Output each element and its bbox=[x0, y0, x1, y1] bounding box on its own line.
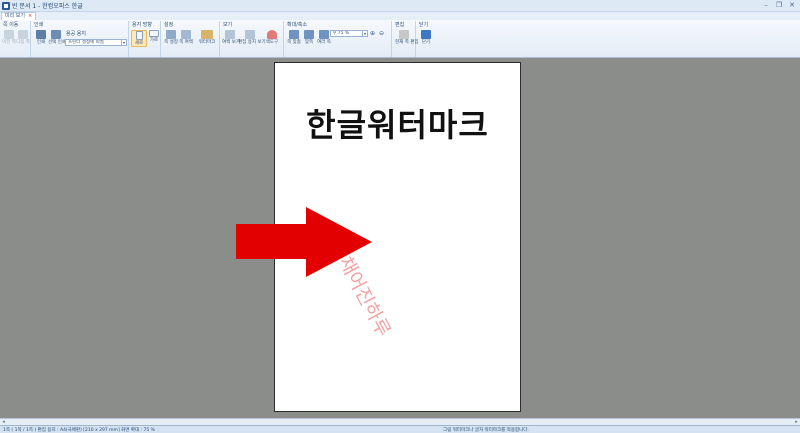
minimize-icon[interactable]: – bbox=[762, 2, 770, 9]
close-icon[interactable]: ✕ bbox=[788, 2, 796, 9]
status-page-info: 1쪽 ( 1쪽 / 1쪽 ) 편집 용지 : A4(국배판) [210 x 29… bbox=[3, 427, 155, 433]
fit-page-label: 쪽 맞춤 bbox=[287, 40, 301, 45]
group-zoom-title: 확대/축소 bbox=[287, 22, 308, 28]
edit-paper-view-button[interactable]: 편집 용지 보기 bbox=[238, 30, 266, 45]
tab-preview[interactable]: 미리 보기 × bbox=[1, 12, 37, 20]
restore-icon[interactable]: ❐ bbox=[775, 2, 783, 9]
page-setup-button[interactable]: 쪽 설정 bbox=[163, 30, 179, 45]
preview-ribbon: 쪽 이동 이전 쪽 다음 쪽 인쇄 인쇄 선택 인쇄 용공 용지 프린터 설정에… bbox=[0, 20, 800, 58]
prev-page-icon bbox=[4, 30, 14, 39]
edit-paper-view-label: 편집 용지 보기 bbox=[238, 40, 266, 45]
red-arrow-annotation bbox=[236, 207, 372, 277]
zoom-value: 75 % bbox=[337, 31, 350, 36]
two-pages-button[interactable]: 맞쪽 bbox=[301, 30, 317, 45]
watermark-button[interactable]: 워터마크 bbox=[197, 30, 217, 45]
status-hint: 그림 워터마크나 글자 워터마크를 적용합니다. bbox=[443, 427, 529, 433]
print-label: 인쇄 bbox=[36, 40, 46, 45]
group-view: 보기 여백 보기 편집 용지 보기 색도구 bbox=[220, 21, 284, 57]
margin-view-button[interactable]: 여백 보기 bbox=[222, 30, 240, 45]
group-orientation: 용지 방향 세로 가로 bbox=[129, 21, 161, 57]
fit-page-icon bbox=[289, 30, 299, 39]
select-print-icon bbox=[51, 30, 61, 39]
status-bar: 1쪽 ( 1쪽 / 1쪽 ) 편집 용지 : A4(국배판) [210 x 29… bbox=[0, 425, 800, 433]
edit-paper-view-icon bbox=[245, 30, 255, 39]
group-settings-title: 설정 bbox=[164, 22, 174, 28]
group-page-move: 쪽 이동 이전 쪽 다음 쪽 bbox=[0, 21, 31, 57]
horizontal-scrollbar[interactable]: ◂ ▸ bbox=[0, 418, 800, 425]
window-controls: – ❐ ✕ bbox=[762, 2, 796, 9]
color-tool-button[interactable]: 색도구 bbox=[264, 30, 280, 45]
page-margins-icon bbox=[181, 30, 191, 39]
page-setup-icon bbox=[166, 30, 176, 39]
arrow-shape bbox=[236, 207, 372, 277]
window-title: 빈 문서 1 - 한컴오피스 한글 bbox=[12, 3, 83, 10]
margin-view-label: 여백 보기 bbox=[222, 40, 240, 45]
group-settings: 설정 쪽 설정 쪽 여백 워터마크 bbox=[161, 21, 220, 57]
edit-current-page-button[interactable]: 현재 쪽 편집 bbox=[395, 30, 419, 45]
document-tab-row: 미리 보기 × bbox=[0, 12, 800, 20]
tab-close-icon[interactable]: × bbox=[28, 13, 32, 20]
color-tool-icon bbox=[267, 30, 277, 39]
chevron-down-icon: ▾ bbox=[121, 40, 125, 45]
group-orientation-title: 용지 방향 bbox=[132, 22, 152, 28]
two-pages-label: 맞쪽 bbox=[304, 40, 314, 45]
close-preview-icon bbox=[421, 30, 431, 39]
chevron-down-icon: ▾ bbox=[362, 31, 366, 36]
select-print-button[interactable]: 선택 인쇄 bbox=[48, 30, 66, 45]
paper-label: 용공 용지 bbox=[66, 31, 86, 37]
title-bar: 빈 문서 1 - 한컴오피스 한글 – ❐ ✕ bbox=[0, 0, 800, 12]
close-preview-label: 닫기 bbox=[421, 40, 431, 45]
group-close-title: 닫기 bbox=[419, 22, 429, 28]
two-pages-icon bbox=[304, 30, 314, 39]
multi-pages-icon bbox=[319, 30, 329, 39]
group-print: 인쇄 인쇄 선택 인쇄 용공 용지 프린터 설정에 따름 ▾ bbox=[31, 21, 129, 57]
group-print-title: 인쇄 bbox=[34, 22, 44, 28]
preview-workspace: 한글워터마크 채어진하루 bbox=[0, 59, 800, 418]
portrait-button[interactable]: 세로 bbox=[131, 30, 147, 47]
zoom-select[interactable]: ⚲ 75 % ▾ bbox=[330, 30, 368, 37]
close-preview-button[interactable]: 닫기 bbox=[418, 30, 434, 45]
group-close: 닫기 닫기 bbox=[416, 21, 436, 57]
portrait-icon bbox=[135, 31, 143, 40]
multi-pages-button[interactable]: 여러 쪽 bbox=[316, 30, 332, 45]
next-page-label: 다음 쪽 bbox=[16, 40, 30, 45]
page-margins-label: 쪽 여백 bbox=[179, 40, 193, 45]
group-edit-title: 편집 bbox=[395, 22, 405, 28]
select-print-label: 선택 인쇄 bbox=[48, 40, 66, 45]
landscape-button[interactable]: 가로 bbox=[146, 30, 162, 43]
fit-page-button[interactable]: 쪽 맞춤 bbox=[286, 30, 302, 45]
page-margins-button[interactable]: 쪽 여백 bbox=[178, 30, 194, 45]
next-page-button[interactable]: 다음 쪽 bbox=[15, 30, 31, 45]
portrait-label: 세로 bbox=[134, 41, 144, 46]
color-tool-label: 색도구 bbox=[265, 40, 279, 45]
document-heading: 한글워터마크 bbox=[306, 106, 489, 144]
print-button[interactable]: 인쇄 bbox=[33, 30, 49, 45]
page-setup-label: 쪽 설정 bbox=[164, 40, 178, 45]
watermark-label: 워터마크 bbox=[198, 40, 216, 45]
group-view-title: 보기 bbox=[223, 22, 233, 28]
tab-preview-label: 미리 보기 bbox=[5, 13, 25, 19]
group-page-move-title: 쪽 이동 bbox=[3, 22, 19, 28]
multi-pages-label: 여러 쪽 bbox=[317, 40, 331, 45]
printer-select-value: 프린터 설정에 따름 bbox=[68, 40, 104, 45]
printer-icon bbox=[36, 30, 46, 39]
edit-page-icon bbox=[399, 30, 409, 39]
edit-current-page-label: 현재 쪽 편집 bbox=[395, 40, 419, 45]
zoom-in-icon[interactable]: ⊕ bbox=[370, 30, 375, 37]
zoom-out-icon[interactable]: ⊖ bbox=[379, 30, 384, 37]
hwp-app-icon bbox=[2, 1, 10, 10]
margin-view-icon bbox=[225, 30, 235, 39]
printer-select[interactable]: 프린터 설정에 따름 ▾ bbox=[65, 39, 127, 46]
landscape-icon bbox=[149, 30, 159, 37]
landscape-label: 가로 bbox=[149, 38, 159, 43]
group-zoom: 확대/축소 ⚲ 75 % ▾ ⊕ ⊖ 쪽 맞춤 맞쪽 여러 쪽 bbox=[284, 21, 392, 57]
watermark-icon bbox=[201, 30, 213, 39]
group-edit: 편집 현재 쪽 편집 bbox=[392, 21, 419, 57]
next-page-icon bbox=[18, 30, 28, 39]
